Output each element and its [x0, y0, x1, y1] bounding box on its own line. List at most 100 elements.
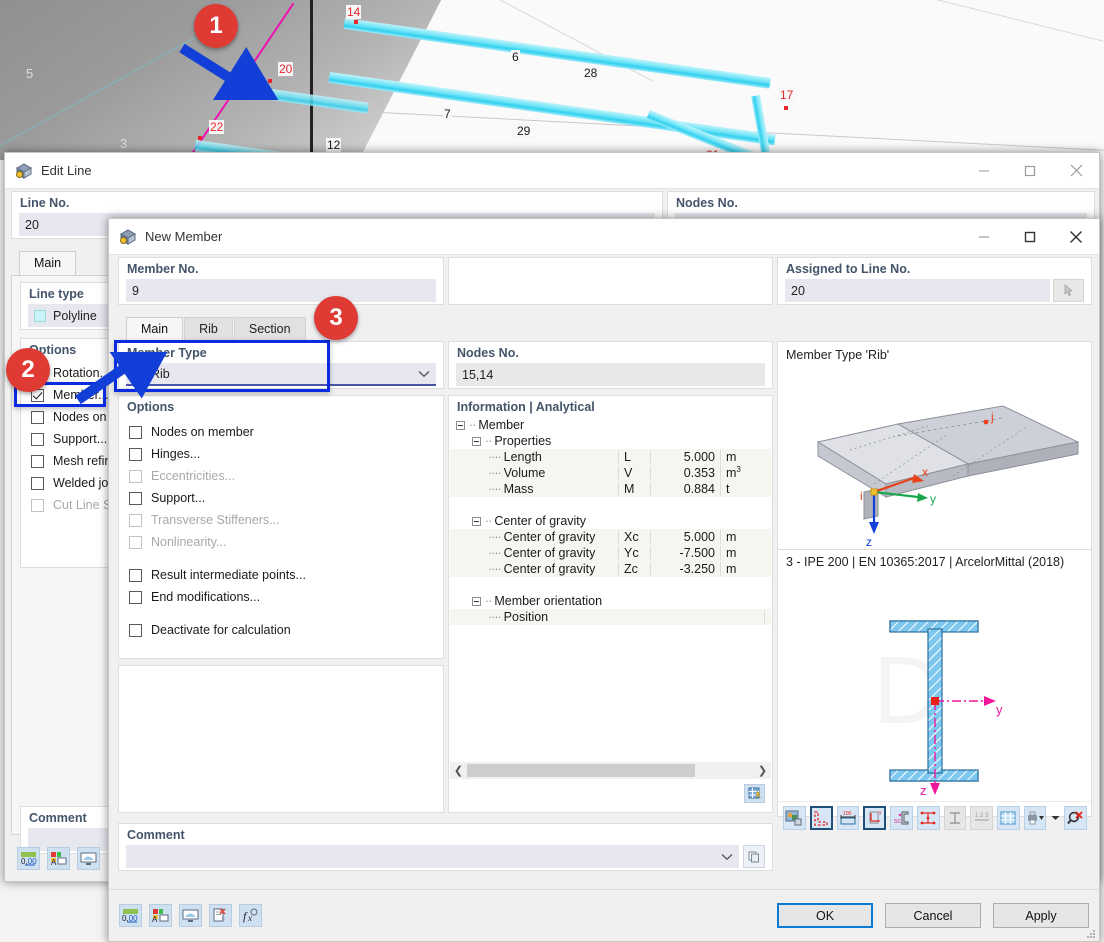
- ok-button[interactable]: OK: [777, 903, 873, 928]
- checkbox-icon[interactable]: [129, 590, 142, 604]
- new-member-option-support[interactable]: Support...: [119, 487, 443, 509]
- rendering-icon[interactable]: A: [149, 904, 172, 927]
- tree-row[interactable]: ···· Center of gravity Zc -3.250 m: [450, 561, 771, 577]
- svg-text:x: x: [922, 465, 928, 479]
- tree-row[interactable]: ·· Member orientation: [450, 593, 771, 609]
- checkbox-icon[interactable]: [129, 568, 142, 582]
- print-icon[interactable]: [1023, 806, 1047, 830]
- new-member-option-nodes-on-member[interactable]: Nodes on member: [119, 421, 443, 443]
- tree-row[interactable]: ···· Center of gravity Xc 5.000 m: [450, 529, 771, 545]
- tree-unit: m3: [720, 465, 764, 481]
- checkbox-icon[interactable]: [31, 454, 44, 468]
- scroll-left-arrow[interactable]: ❮: [450, 764, 467, 777]
- new-member-dialog[interactable]: New Member Member No. 9 Assigned to Line…: [108, 218, 1100, 942]
- angle-section-icon[interactable]: [809, 806, 833, 830]
- edit-line-window-controls[interactable]: [961, 153, 1099, 188]
- maximize-button[interactable]: [1007, 153, 1053, 188]
- tree-row[interactable]: ···· Length L 5.000 m: [450, 449, 771, 465]
- tree-collapse-icon[interactable]: [472, 516, 481, 526]
- delete-doc-icon[interactable]: [209, 904, 232, 927]
- shear-center-icon[interactable]: sc: [890, 806, 914, 830]
- callout-badge-3: 3: [314, 296, 358, 340]
- number-format-icon[interactable]: 0,00: [119, 904, 142, 927]
- table-export-icon[interactable]: [744, 784, 765, 803]
- stress-points-icon[interactable]: [917, 806, 940, 830]
- new-member-option-hinges[interactable]: Hinges...: [119, 443, 443, 465]
- info-horizontal-scrollbar[interactable]: ❮ ❯: [450, 762, 771, 779]
- nodes-no-field-nm[interactable]: 15,14: [456, 363, 765, 386]
- tree-collapse-icon[interactable]: [472, 436, 481, 446]
- new-member-option-deactivate-for-calculation[interactable]: Deactivate for calculation: [119, 619, 443, 641]
- tree-row[interactable]: ·· Center of gravity: [450, 513, 771, 529]
- close-button[interactable]: [1053, 153, 1099, 188]
- grid-icon[interactable]: [997, 806, 1020, 830]
- scroll-right-arrow[interactable]: ❯: [754, 764, 771, 777]
- tree-value: 5.000: [650, 530, 720, 544]
- line-no-label: Line No.: [20, 196, 70, 210]
- copy-icon[interactable]: [743, 845, 765, 868]
- member-no-field[interactable]: 9: [126, 279, 436, 302]
- zoom-reset-icon[interactable]: [1064, 806, 1087, 830]
- tree-row[interactable]: ···· Mass M 0.884 t: [450, 481, 771, 497]
- render-image-icon[interactable]: [783, 806, 806, 830]
- checkbox-icon: [129, 513, 142, 527]
- view-icon[interactable]: [77, 846, 100, 870]
- new-member-option-result-intermediate-points[interactable]: Result intermediate points...: [119, 564, 443, 586]
- new-member-window-controls[interactable]: [961, 219, 1099, 254]
- svg-text:i: i: [860, 489, 863, 503]
- scroll-thumb[interactable]: [467, 764, 695, 777]
- new-member-bottom-toolbar[interactable]: 0,00 A fx: [119, 904, 269, 927]
- chevron-down-icon[interactable]: [721, 853, 733, 861]
- axes-system-icon[interactable]: y: [863, 806, 887, 830]
- tree-row[interactable]: ···· Center of gravity Yc -7.500 m: [450, 545, 771, 561]
- information-tree[interactable]: ·· Member ·· Properties ···· Length L 5.000 m ···…: [450, 417, 771, 762]
- tree-row[interactable]: ·· Member: [450, 417, 771, 433]
- pick-cursor-icon[interactable]: [1053, 279, 1084, 302]
- new-member-option-gap: [119, 608, 443, 619]
- maximize-button[interactable]: [1007, 219, 1053, 254]
- new-member-tabstrip[interactable]: Main Rib Section: [118, 315, 1088, 341]
- tab-main[interactable]: Main: [19, 251, 77, 275]
- assigned-line-field[interactable]: 20: [785, 279, 1050, 302]
- new-member-titlebar[interactable]: New Member: [109, 219, 1099, 255]
- minimize-button[interactable]: [961, 153, 1007, 188]
- checkbox-icon[interactable]: [129, 425, 142, 439]
- tab-section[interactable]: Section: [233, 317, 306, 341]
- new-member-comment-field[interactable]: [126, 845, 739, 868]
- edit-line-titlebar[interactable]: Edit Line: [5, 153, 1099, 189]
- checkbox-icon[interactable]: [129, 491, 142, 505]
- tree-label: Center of gravity: [503, 530, 596, 544]
- tab-main[interactable]: Main: [126, 317, 184, 341]
- tree-collapse-icon[interactable]: [472, 596, 481, 606]
- model-3d-viewport[interactable]: 14 20 22 17 21 20 6 28 7 29 12 5 3: [0, 0, 1104, 160]
- tree-row[interactable]: ···· Volume V 0.353 m3: [450, 465, 771, 481]
- rendering-icon[interactable]: A: [47, 846, 70, 870]
- chevron-down-icon[interactable]: [418, 370, 430, 378]
- number-format-icon[interactable]: 0,00: [17, 846, 40, 870]
- tree-row[interactable]: ····Position Parallel to axis Y of gl: [450, 609, 771, 625]
- close-button[interactable]: [1053, 219, 1099, 254]
- checkbox-icon[interactable]: [31, 410, 44, 424]
- tree-collapse-icon[interactable]: [456, 420, 465, 430]
- chevron-down-icon[interactable]: [1050, 815, 1060, 821]
- view-icon[interactable]: [179, 904, 202, 927]
- beam-column[interactable]: [751, 95, 773, 160]
- new-member-option-end-modifications[interactable]: End modifications...: [119, 586, 443, 608]
- apply-button[interactable]: Apply: [993, 903, 1089, 928]
- rib-preview-canvas[interactable]: x y z i j: [778, 364, 1091, 549]
- checkbox-icon[interactable]: [31, 432, 44, 446]
- tree-row[interactable]: ·· Properties: [450, 433, 771, 449]
- minimize-button[interactable]: [961, 219, 1007, 254]
- resize-grip[interactable]: [1086, 928, 1096, 938]
- cancel-button[interactable]: Cancel: [885, 903, 981, 928]
- checkbox-icon[interactable]: [31, 476, 44, 490]
- dialog-action-buttons[interactable]: OK Cancel Apply: [777, 903, 1089, 928]
- section-toolbar[interactable]: 100 y sc 1 2 3: [778, 801, 1091, 830]
- section-preview-canvas[interactable]: D y z: [778, 573, 1091, 801]
- dimensions-icon[interactable]: 100: [836, 806, 860, 830]
- grid-line: [696, 0, 1104, 42]
- formula-icon[interactable]: fx: [239, 904, 262, 927]
- checkbox-icon[interactable]: [129, 447, 142, 461]
- checkbox-icon[interactable]: [129, 623, 142, 637]
- tab-rib[interactable]: Rib: [184, 317, 233, 341]
